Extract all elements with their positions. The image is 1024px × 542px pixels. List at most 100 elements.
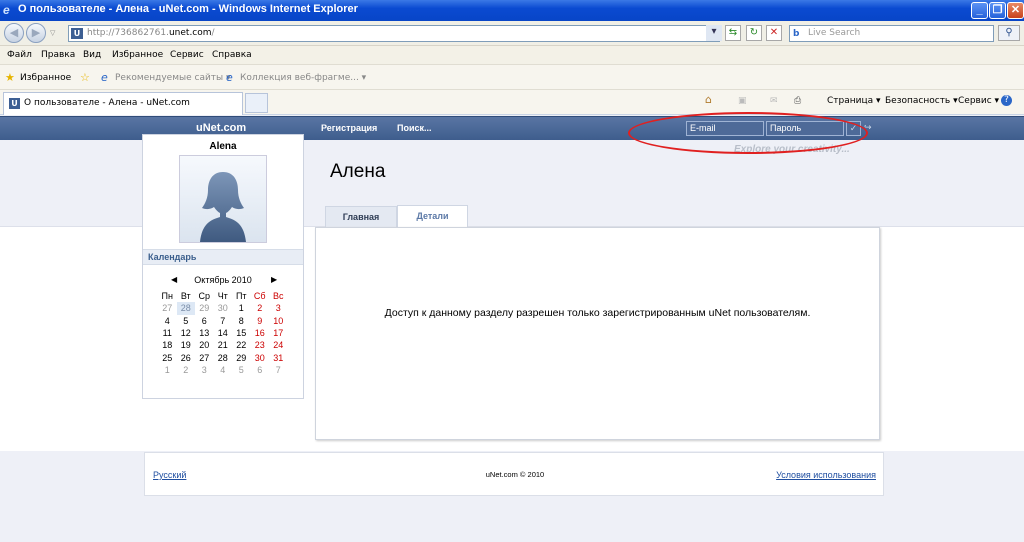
home-icon[interactable]: ⌂ <box>705 93 712 106</box>
maximize-button[interactable]: ❐ <box>989 2 1006 19</box>
calendar-day[interactable]: 24 <box>269 339 288 351</box>
favorites-star-icon: ★ <box>5 71 15 84</box>
suggested-sites-icon: e <box>101 71 108 84</box>
calendar-day[interactable]: 27 <box>158 302 177 314</box>
minimize-button[interactable]: _ <box>971 2 988 19</box>
profile-sidebar: Alena Календарь ◀ Октябрь 2010 ▶ Пн Вт Ср Ч… <box>142 134 304 399</box>
calendar-day[interactable]: 2 <box>251 302 270 314</box>
next-month-button[interactable]: ▶ <box>271 275 277 284</box>
calendar-day[interactable]: 29 <box>232 351 251 363</box>
calendar-day[interactable]: 14 <box>214 327 233 339</box>
window-title: О пользователе - Алена - uNet.com - Wind… <box>18 3 358 15</box>
weekday-header: Сб <box>253 291 266 302</box>
calendar-day[interactable]: 27 <box>195 351 214 363</box>
safety-menu[interactable]: Безопасность ▾ <box>885 96 958 106</box>
browser-tab-active[interactable]: U О пользователе - Алена - uNet.com <box>3 92 243 115</box>
menu-favorites[interactable]: Избранное <box>112 50 163 60</box>
calendar-day[interactable]: 29 <box>195 302 214 314</box>
compatibility-button[interactable]: ⇆ <box>725 25 741 41</box>
calendar-day[interactable]: 12 <box>177 327 196 339</box>
register-link[interactable]: Регистрация <box>321 123 377 133</box>
ie-logo-icon: e <box>3 3 10 17</box>
calendar-day[interactable]: 19 <box>177 339 196 351</box>
calendar-day[interactable]: 5 <box>232 364 251 376</box>
new-tab-button[interactable] <box>245 93 268 113</box>
calendar-day[interactable]: 13 <box>195 327 214 339</box>
site-favicon-icon: U <box>71 28 83 39</box>
feeds-icon[interactable]: ▣ <box>738 96 747 106</box>
calendar-day[interactable]: 1 <box>232 302 251 314</box>
calendar-day[interactable]: 7 <box>269 364 288 376</box>
tab-bar: U О пользователе - Алена - uNet.com ⌂ ▣ … <box>0 90 1024 115</box>
calendar-day[interactable]: 3 <box>269 302 288 314</box>
calendar-day[interactable]: 11 <box>158 327 177 339</box>
calendar-day[interactable]: 1 <box>158 364 177 376</box>
calendar-month: Октябрь 2010 <box>194 275 252 285</box>
calendar-day[interactable]: 7 <box>214 315 233 327</box>
calendar-day[interactable]: 16 <box>251 327 270 339</box>
details-panel: Доступ к данному разделу разрешен только… <box>315 227 880 440</box>
web-slice-gallery-link[interactable]: Коллекция веб-фрагме... ▾ <box>240 73 366 83</box>
calendar-day[interactable]: 3 <box>195 364 214 376</box>
calendar-day[interactable]: 18 <box>158 339 177 351</box>
back-button[interactable]: ◀ <box>4 23 24 43</box>
read-mail-icon[interactable]: ✉ <box>770 96 778 106</box>
calendar-day[interactable]: 4 <box>214 364 233 376</box>
tab-main[interactable]: Главная <box>325 206 397 227</box>
calendar-day[interactable]: 4 <box>158 315 177 327</box>
page-menu[interactable]: Страница ▾ <box>827 96 881 106</box>
calendar-day[interactable]: 15 <box>232 327 251 339</box>
magnifier-icon: ⚲ <box>1005 27 1013 38</box>
address-toolbar: ◀ ▶ ▽ U http://736862761.unet.com/ ▾ ⇆ ↻… <box>0 21 1024 46</box>
calendar-day[interactable]: 2 <box>177 364 196 376</box>
address-input[interactable]: U http://736862761.unet.com/ <box>68 25 720 42</box>
calendar-day[interactable]: 31 <box>269 351 288 363</box>
menu-tools[interactable]: Сервис <box>170 50 204 60</box>
page-title: Алена <box>330 161 386 182</box>
calendar-day[interactable]: 6 <box>251 364 270 376</box>
forward-button[interactable]: ▶ <box>26 23 46 43</box>
search-link[interactable]: Поиск... <box>397 123 432 133</box>
site-logo[interactable]: uNet.com <box>196 122 246 134</box>
menu-view[interactable]: Вид <box>83 50 101 60</box>
menu-edit[interactable]: Правка <box>41 50 75 60</box>
terms-link[interactable]: Условия использования <box>776 470 876 480</box>
favorites-button[interactable]: Избранное <box>20 73 71 83</box>
calendar-day[interactable]: 26 <box>177 351 196 363</box>
calendar-day[interactable]: 30 <box>251 351 270 363</box>
close-button[interactable]: ✕ <box>1007 2 1024 19</box>
address-dropdown-button[interactable]: ▾ <box>706 25 722 41</box>
calendar-day[interactable]: 30 <box>214 302 233 314</box>
calendar-day[interactable]: 20 <box>195 339 214 351</box>
calendar-grid: Пн Вт Ср Чт Пт Сб Вс 27 28 29 30 1 2 3 4 5 6 7 8 9 10 11 12 13 1… <box>158 290 288 376</box>
calendar-day[interactable]: 5 <box>177 315 196 327</box>
tab-details[interactable]: Детали <box>397 205 468 228</box>
calendar-day[interactable]: 28 <box>176 302 195 315</box>
calendar-day[interactable]: 23 <box>251 339 270 351</box>
live-search-placeholder: Live Search <box>808 28 861 38</box>
help-icon[interactable]: ? <box>1001 95 1012 106</box>
print-icon[interactable]: ⎙ <box>794 96 801 106</box>
history-dropdown-icon[interactable]: ▽ <box>50 29 55 37</box>
stop-button[interactable]: ✕ <box>766 25 782 41</box>
calendar-day[interactable]: 10 <box>269 315 288 327</box>
calendar-day[interactable]: 8 <box>232 315 251 327</box>
red-annotation-oval <box>628 112 868 154</box>
menu-help[interactable]: Справка <box>212 50 252 60</box>
female-silhouette-icon <box>200 172 246 242</box>
search-button[interactable]: ⚲ <box>998 25 1020 41</box>
calendar-day[interactable]: 25 <box>158 351 177 363</box>
calendar-day[interactable]: 22 <box>232 339 251 351</box>
calendar-day[interactable]: 9 <box>251 315 270 327</box>
suggested-sites-link[interactable]: Рекомендуемые сайты ▾ <box>115 73 231 83</box>
add-favorites-icon[interactable]: ☆ <box>80 71 90 84</box>
tools-menu[interactable]: Сервис ▾ <box>958 96 999 106</box>
calendar-day[interactable]: 21 <box>214 339 233 351</box>
calendar-day[interactable]: 28 <box>214 351 233 363</box>
calendar-day[interactable]: 6 <box>195 315 214 327</box>
web-slice-icon: e <box>226 71 233 84</box>
menu-file[interactable]: Файл <box>7 50 32 60</box>
live-search-input[interactable]: b Live Search <box>789 25 994 42</box>
refresh-button[interactable]: ↻ <box>746 25 762 41</box>
calendar-day[interactable]: 17 <box>269 327 288 339</box>
